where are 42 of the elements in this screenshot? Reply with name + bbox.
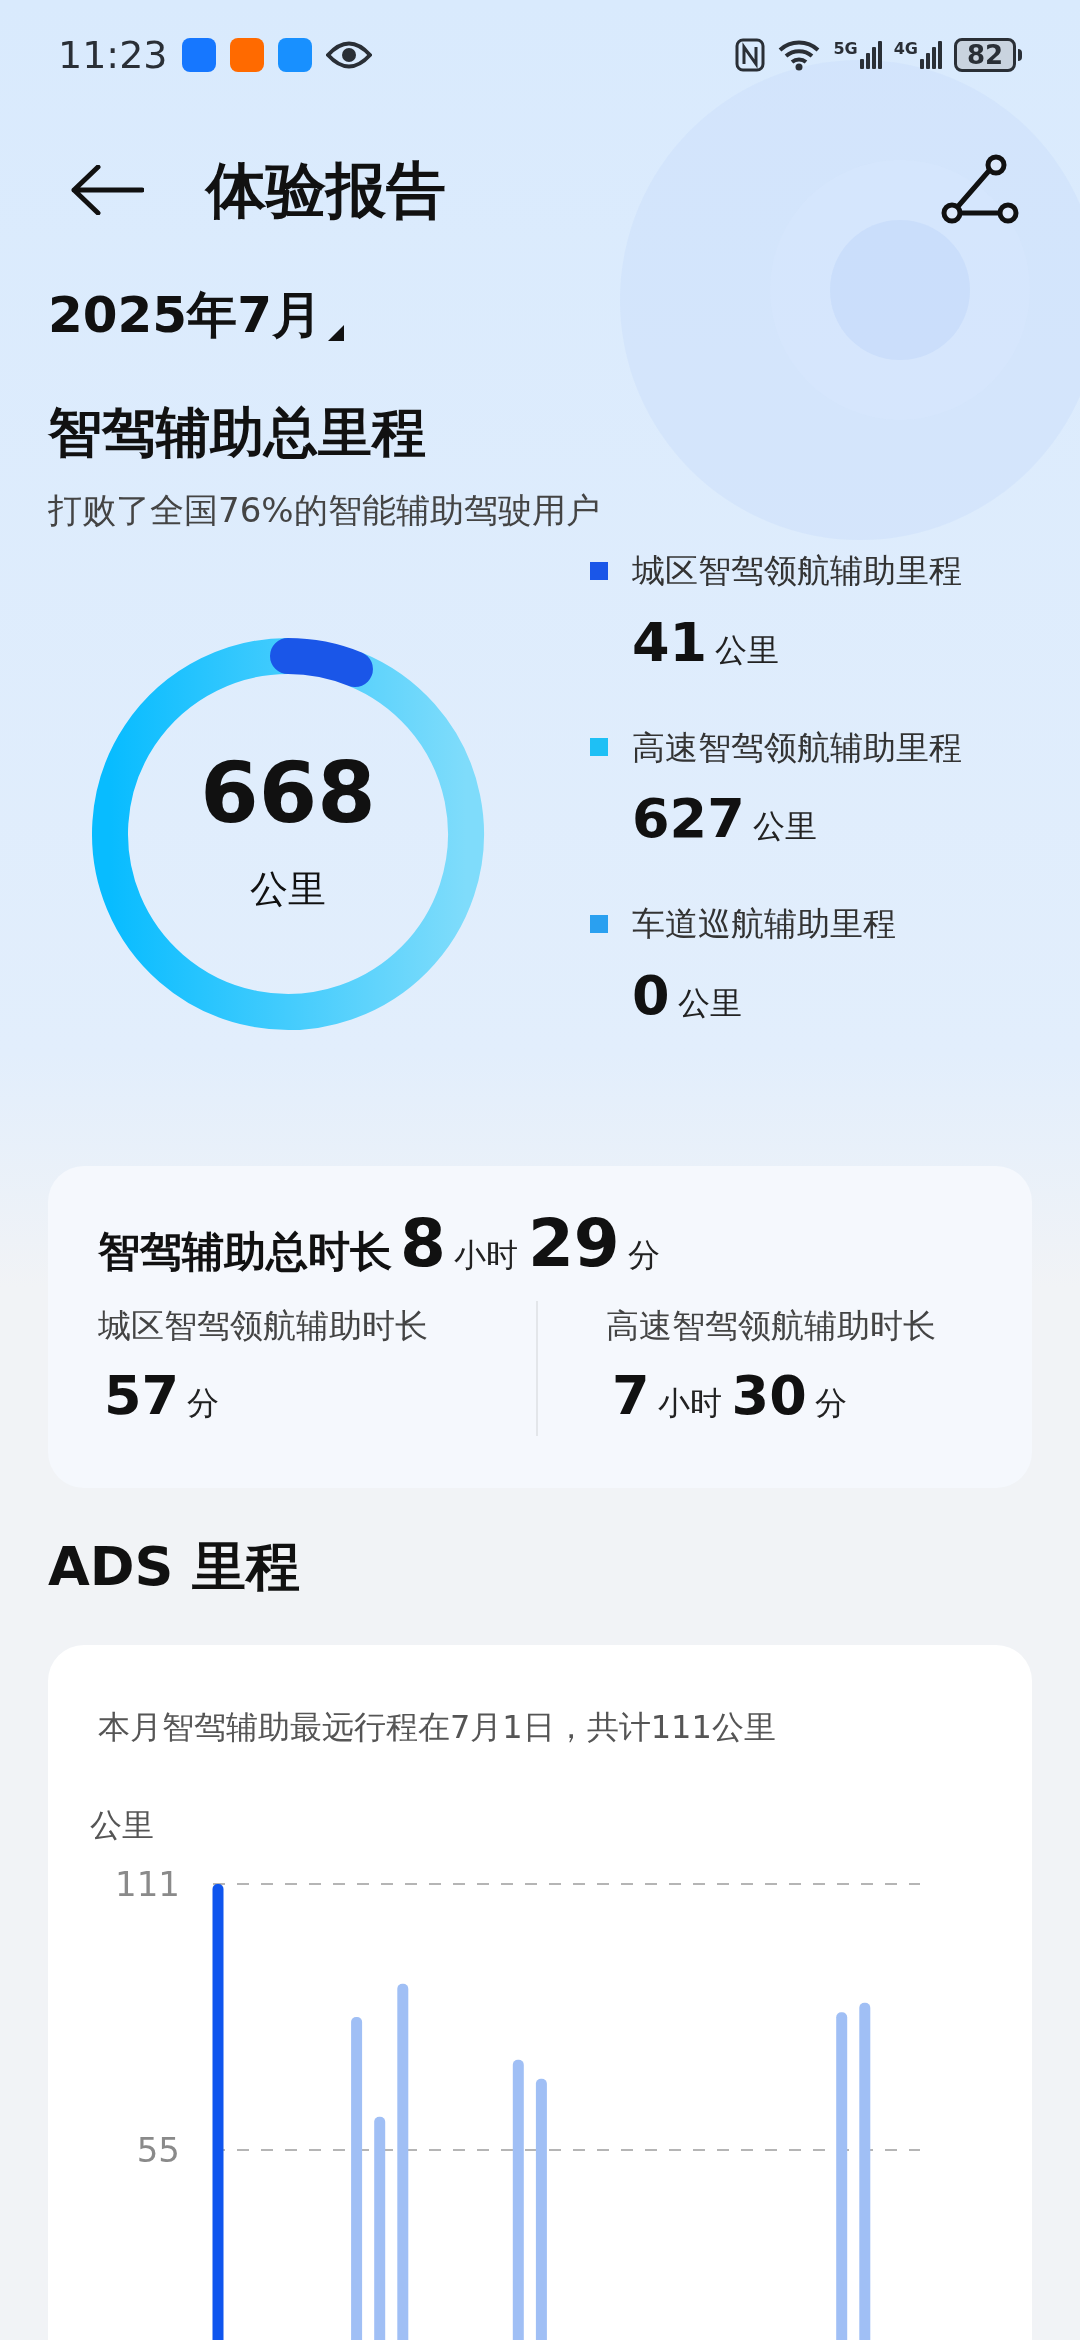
tick-label: 111 [115, 1864, 180, 1904]
page-title: 体验报告 [206, 154, 446, 227]
app-notification-icon [229, 38, 264, 72]
duration-unit: 分 [627, 1235, 660, 1276]
legend-label: 车道巡航辅助里程 [632, 903, 896, 945]
axis-label: 公里 [90, 1805, 155, 1846]
back-arrow-icon[interactable] [70, 165, 144, 215]
duration-number: 30 [731, 1362, 807, 1429]
duration-unit: 小时 [657, 1382, 722, 1424]
ranking-text: 打败了全国76%的智能辅助驾驶用户 [47, 489, 601, 532]
mileage-unit: 公里 [677, 982, 742, 1024]
duration-unit: 分 [814, 1382, 847, 1424]
app-notification-icon [181, 38, 216, 72]
duration-number: 57 [104, 1362, 180, 1429]
mileage-value: 627 [632, 786, 745, 852]
total-unit: 公里 [250, 865, 326, 913]
section-title: 智驾辅助总里程 [47, 400, 427, 466]
chart-note: 本月智驾辅助最远行程在7月1日，共计111公里 [97, 1707, 777, 1748]
dropdown-triangle-icon [327, 324, 344, 341]
nfc-icon [735, 38, 766, 72]
tick-label: 55 [136, 2130, 180, 2170]
duration-label: 城区智驾领航辅助时长 [98, 1305, 429, 1347]
mileage-unit: 公里 [715, 629, 780, 671]
duration-title: 智驾辅助总时长 [98, 1226, 392, 1278]
duration-unit: 分 [187, 1382, 220, 1424]
duration-number: 8 [400, 1204, 446, 1284]
legend-label: 城区智驾领航辅助里程 [632, 550, 962, 592]
mileage-value: 0 [632, 962, 670, 1029]
legend-label: 高速智驾领航辅助里程 [632, 726, 962, 769]
mileage-unit: 公里 [752, 806, 817, 847]
status-time: 11:23 [58, 31, 168, 79]
duration-number: 29 [527, 1204, 620, 1284]
total-mileage: 668 [200, 750, 376, 835]
duration-unit: 小时 [453, 1235, 518, 1276]
month-selector[interactable]: 2025年7月 [48, 277, 344, 353]
duration-label: 高速智驾领航辅助时长 [606, 1305, 936, 1347]
wifi-icon [777, 38, 822, 72]
app-notification-icon [277, 38, 312, 72]
eye-icon [325, 40, 372, 70]
section-title: ADS 里程 [47, 1534, 302, 1600]
duration-number: 7 [612, 1362, 650, 1429]
mileage-value: 41 [632, 609, 708, 676]
